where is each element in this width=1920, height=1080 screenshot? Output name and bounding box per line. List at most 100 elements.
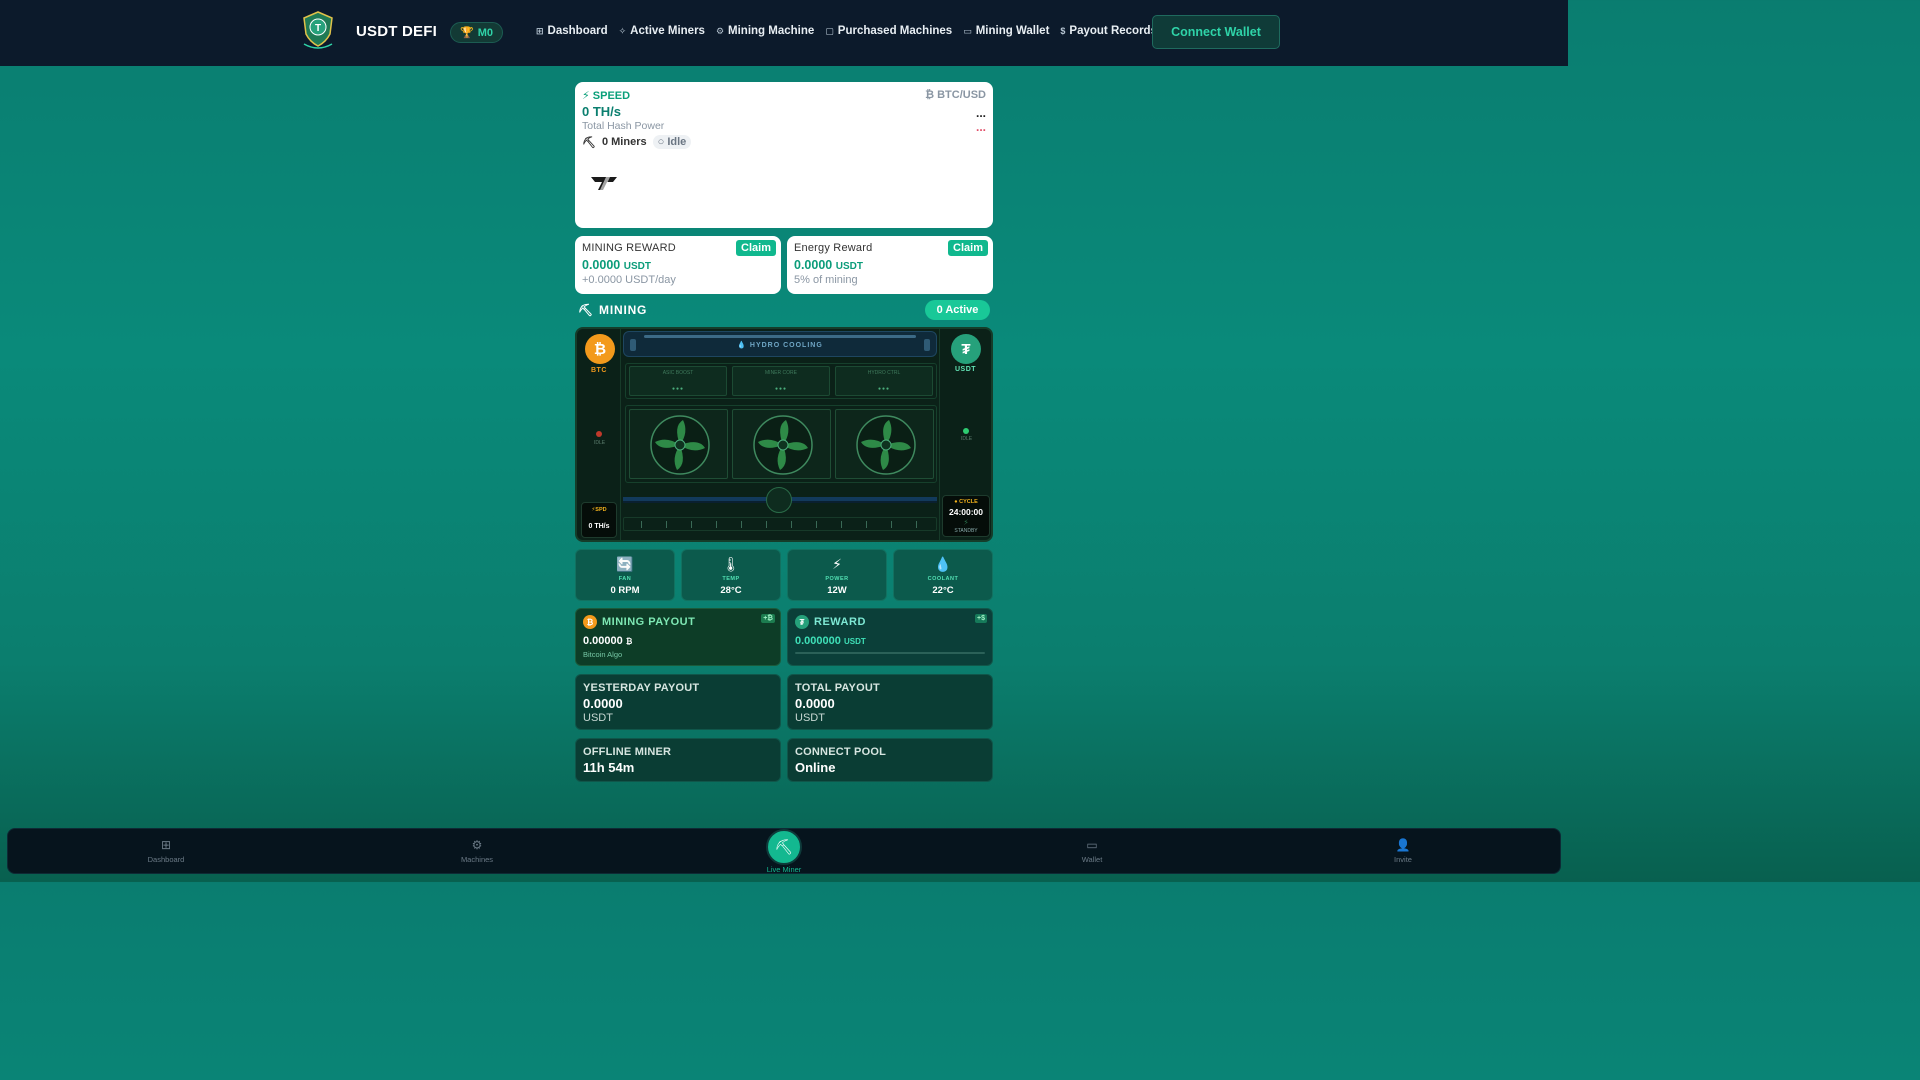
stat-value: 0 RPM bbox=[610, 585, 640, 596]
nav-mining-wallet[interactable]: ▭ Mining Wallet bbox=[963, 25, 1049, 37]
dollar-icon: $ bbox=[1060, 26, 1066, 36]
stat-value: 12W bbox=[827, 585, 847, 596]
svg-text:T: T bbox=[315, 23, 321, 34]
active-count-badge: 0 Active bbox=[925, 300, 990, 320]
chip-icon: ⚙ bbox=[471, 838, 483, 852]
mining-reward-amount: 0.0000 bbox=[582, 258, 621, 272]
payout-tag: +$ bbox=[975, 614, 987, 623]
stat-coolant: 💧 COOLANT 22°C bbox=[893, 549, 993, 601]
tick-mark bbox=[691, 521, 692, 528]
yesterday-payout-unit: USDT bbox=[583, 712, 613, 724]
stat-label: FAN bbox=[618, 576, 632, 582]
grid-icon: ⊞ bbox=[536, 25, 544, 36]
nav-mining-machine[interactable]: ⚙ Mining Machine bbox=[716, 25, 814, 37]
miners-row: ⛏ 0 Miners ○ Idle bbox=[582, 135, 692, 149]
total-payout-value: 0.0000 bbox=[795, 696, 835, 711]
stat-value: 22°C bbox=[932, 585, 954, 596]
stat-label: COOLANT bbox=[927, 576, 959, 582]
mining-payout-title: MINING PAYOUT bbox=[602, 616, 696, 628]
bottom-nav-wallet[interactable]: ▭ Wallet bbox=[1052, 839, 1132, 865]
right-status-text: IDLE bbox=[961, 436, 973, 442]
loading-dots: ... bbox=[975, 106, 986, 120]
live-miner-button[interactable]: ⛏ bbox=[766, 829, 802, 865]
tick-mark bbox=[741, 521, 742, 528]
nav-label: Mining Wallet bbox=[975, 25, 1050, 37]
tick-mark bbox=[766, 521, 767, 528]
connect-pool-title: CONNECT POOL bbox=[795, 746, 887, 758]
energy-reward-unit: USDT bbox=[835, 261, 863, 272]
offline-miner-value: 11h 54m bbox=[583, 760, 635, 775]
fan-icon bbox=[856, 415, 916, 475]
droplet-icon: 💧 bbox=[934, 556, 952, 572]
cpu-icon: ⚙ bbox=[715, 25, 725, 36]
nav-payout-records[interactable]: $ Payout Records bbox=[1060, 25, 1157, 37]
loading-dots-secondary: ... bbox=[975, 120, 986, 134]
mining-payout-algo: Bitcoin Algo bbox=[583, 650, 623, 659]
reward-unit: USDT bbox=[843, 637, 866, 646]
live-miner-label: Live Miner bbox=[766, 865, 802, 874]
btc-label: BTC bbox=[591, 367, 607, 374]
claim-energy-button[interactable]: Claim bbox=[948, 240, 988, 256]
bottom-nav-invite[interactable]: 👤 Invite bbox=[1363, 839, 1443, 865]
total-payout-unit: USDT bbox=[795, 712, 825, 724]
connect-wallet-button[interactable]: Connect Wallet bbox=[1152, 15, 1280, 49]
pickaxe-icon: ⛏ bbox=[582, 136, 596, 149]
payout-tag: +₿ bbox=[761, 614, 775, 623]
speed-readout-label: ⚡SPD bbox=[591, 507, 607, 513]
grid-icon: ⊞ bbox=[160, 838, 172, 852]
hydro-cooling-bar: 💧 HYDRO COOLING bbox=[623, 331, 937, 357]
reward-payout-card: ₮ REWARD +$ 0.000000 USDT bbox=[787, 608, 993, 666]
bag-icon: ▢ bbox=[825, 25, 834, 36]
fan-icon: 🔄 bbox=[616, 556, 634, 572]
yesterday-payout-value: 0.0000 bbox=[583, 696, 623, 711]
brand-title: USDT DEFI bbox=[356, 23, 437, 40]
nav-purchased-machines[interactable]: ▢ Purchased Machines bbox=[825, 25, 952, 37]
right-status-led bbox=[963, 428, 969, 434]
cycle-state: STANDBY bbox=[954, 528, 978, 534]
left-status-led bbox=[596, 431, 602, 437]
cycle-timer: ● CYCLE 24:00:00 ⚡ STANDBY bbox=[942, 495, 990, 537]
energy-reward-amount: 0.0000 bbox=[794, 258, 833, 272]
speed-label: ⚡ SPEED bbox=[582, 89, 630, 102]
module-title: ASIC BOOST bbox=[662, 370, 694, 376]
stat-value: 28°C bbox=[720, 585, 742, 596]
mining-reward-unit: USDT bbox=[623, 261, 651, 272]
reward-amount: 0.000000 bbox=[795, 635, 841, 647]
wallet-icon: ▭ bbox=[963, 25, 972, 36]
fan-icon bbox=[650, 415, 710, 475]
tick-mark bbox=[866, 521, 867, 528]
usdt-label: USDT bbox=[955, 366, 977, 373]
nav-dashboard[interactable]: ⊞ Dashboard bbox=[536, 25, 608, 37]
tick-strip bbox=[623, 517, 937, 531]
stat-temp: 🌡 TEMP 28°C bbox=[681, 549, 781, 601]
rank-badge[interactable]: 🏆 M0 bbox=[450, 22, 503, 43]
hydro-cooling-label: 💧 HYDRO COOLING bbox=[624, 341, 936, 349]
nav-active-miners[interactable]: ✧ Active Miners bbox=[619, 25, 705, 37]
shield-logo-icon[interactable]: T bbox=[300, 10, 336, 50]
tick-mark bbox=[916, 521, 917, 528]
claim-mining-button[interactable]: Claim bbox=[736, 240, 776, 256]
module-title: MINER CORE bbox=[765, 370, 797, 376]
center-vent-icon bbox=[766, 487, 792, 513]
bottom-nav-machines[interactable]: ⚙ Machines bbox=[437, 838, 517, 865]
speed-readout-value: 0 TH/s bbox=[588, 523, 610, 530]
pickaxe-icon: ⛏ bbox=[774, 839, 794, 856]
bottom-nav-dashboard[interactable]: ⊞ Dashboard bbox=[126, 838, 206, 865]
bitcoin-icon: ₿ bbox=[925, 89, 935, 101]
tick-mark bbox=[716, 521, 717, 528]
bottom-nav-label: Wallet bbox=[1081, 855, 1103, 864]
reward-value: 0.000000 USDT bbox=[795, 635, 866, 647]
total-payout-card: TOTAL PAYOUT 0.0000 USDT bbox=[787, 674, 993, 730]
hydro-cooling-text: HYDRO COOLING bbox=[749, 342, 823, 349]
bolt-icon: ⚡ bbox=[963, 518, 969, 527]
miners-count: 0 Miners bbox=[601, 136, 647, 148]
total-payout-title: TOTAL PAYOUT bbox=[795, 682, 880, 694]
module-miner-core: MINER CORE ●●● bbox=[732, 366, 830, 396]
thermometer-icon: 🌡 bbox=[722, 556, 740, 572]
tether-icon: ₮ bbox=[951, 334, 981, 364]
coolant-line bbox=[644, 335, 916, 338]
offline-miner-card: OFFLINE MINER 11h 54m bbox=[575, 738, 781, 782]
stat-label: POWER bbox=[825, 576, 849, 582]
mining-reward-title: MINING REWARD bbox=[582, 242, 676, 254]
fan-unit bbox=[732, 409, 831, 479]
